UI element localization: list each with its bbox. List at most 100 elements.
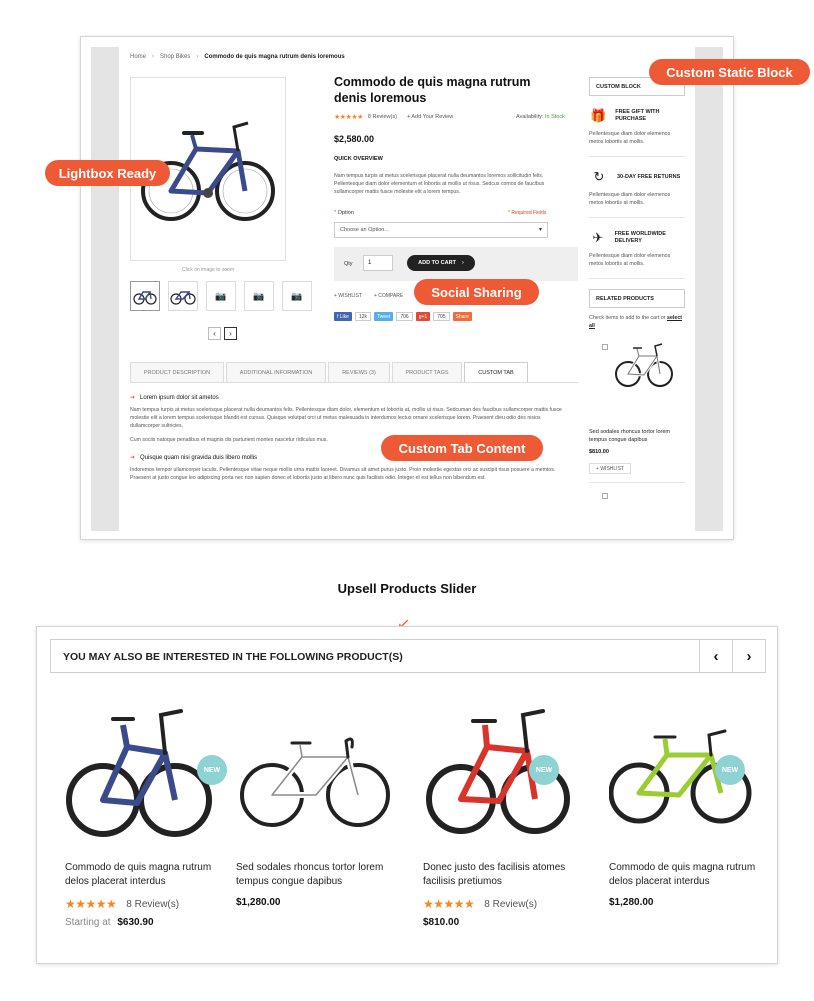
price-value: $810.00: [423, 917, 460, 928]
share-button[interactable]: Share: [452, 312, 472, 321]
compare-link[interactable]: + COMPARE: [374, 293, 403, 299]
slider-prev-button[interactable]: ‹: [699, 640, 732, 672]
tab-divider: [130, 382, 578, 383]
related-checkbox[interactable]: [602, 344, 608, 350]
caret-down-icon: ▾: [538, 227, 542, 233]
tab-reviews[interactable]: REVIEWS (3): [328, 362, 390, 382]
product-image[interactable]: [236, 695, 406, 845]
upsell-caption: Upsell Products Slider: [337, 581, 477, 596]
feature-text: Pellentesque diam dolor elemenos metos l…: [589, 131, 671, 145]
product-name[interactable]: Commodo de quis magna rutrum delos place…: [65, 861, 235, 889]
availability-value: In Stock: [544, 114, 565, 120]
chevron-right-icon[interactable]: ›: [224, 327, 237, 340]
chevron-right-icon: ›: [461, 260, 464, 266]
product-title: Commodo de quis magna rutrum denis lorem…: [334, 75, 531, 105]
required-mark: *: [334, 210, 337, 216]
breadcrumb: Home › Shop Bikes › Commodo de quis magn…: [130, 54, 345, 60]
qty-input[interactable]: 1: [363, 255, 393, 271]
bike-image: [240, 737, 390, 827]
product-page-preview: Home › Shop Bikes › Commodo de quis magn…: [80, 36, 734, 540]
star-rating-icon: ★★★★★: [423, 897, 475, 911]
breadcrumb-separator: ›: [152, 54, 155, 60]
related-checkbox[interactable]: [602, 493, 608, 499]
product-name[interactable]: Commodo de quis magna rutrum delos place…: [609, 861, 779, 889]
related-check-label: Check items to add to the cart or: [589, 315, 666, 321]
breadcrumb-category[interactable]: Shop Bikes: [160, 54, 190, 60]
feature-title: FREE GIFT WITH PURCHASE: [615, 109, 660, 122]
return-icon: ↻: [593, 169, 605, 184]
callout-lightbox: Lightbox Ready: [45, 160, 170, 186]
camera-icon[interactable]: 📷: [244, 281, 274, 311]
product-price: $2,580.00: [334, 134, 375, 144]
feature-head: ✈ FREE WORLDWIDE DELIVERY: [589, 230, 685, 246]
related-wishlist-button[interactable]: + WISHLIST: [589, 463, 631, 474]
star-rating-icon: ★★★★★: [334, 114, 363, 121]
camera-icon[interactable]: 📷: [282, 281, 312, 311]
new-badge: NEW: [715, 755, 745, 785]
tab-heading-text: Quisque quam nisi gravida duis libero mo…: [140, 454, 258, 461]
upsell-product-card[interactable]: NEW Donec justo des facilisis atomes fac…: [423, 695, 593, 928]
upsell-header: YOU MAY ALSO BE INTERESTED IN THE FOLLOW…: [50, 639, 766, 673]
feature-text: Pellentesque diam dolor elemenos metos l…: [589, 253, 671, 267]
feature-title: 30-DAY FREE RETURNS: [617, 173, 681, 180]
option-label-text: Option: [337, 210, 354, 216]
feature-gift: 🎁 FREE GIFT WITH PURCHASE Pellentesque d…: [589, 108, 685, 157]
google-plus-button[interactable]: g+1: [415, 312, 431, 321]
wishlist-link[interactable]: + WISHLIST: [334, 293, 362, 299]
product-price: $1,280.00: [236, 897, 406, 908]
tweet-button[interactable]: Tweet: [374, 312, 394, 321]
thumbnail-1[interactable]: [130, 281, 160, 311]
add-to-cart-button[interactable]: ADD TO CART ›: [407, 255, 475, 271]
plane-icon: ✈: [592, 230, 604, 245]
quick-overview-title: QUICK OVERVIEW: [334, 156, 383, 162]
reviews-link[interactable]: 8 Review(s): [368, 114, 397, 120]
sidebar: CUSTOM BLOCK 🎁 FREE GIFT WITH PURCHASE P…: [589, 77, 685, 503]
availability: Availability: In Stock: [516, 114, 565, 120]
upsell-product-card[interactable]: NEW Commodo de quis magna rutrum delos p…: [608, 695, 779, 908]
product-image[interactable]: NEW: [423, 695, 593, 845]
reviews-link[interactable]: 8 Review(s): [484, 899, 537, 910]
bike-image: [426, 709, 570, 834]
related-product-name[interactable]: Sed sodales rhoncus tortor lorem tempus …: [589, 428, 685, 444]
option-select[interactable]: Choose an Option... ▾: [334, 222, 548, 238]
social-sharing: f Like 12k Tweet 706 g+1 705 Share: [334, 312, 472, 321]
product-name[interactable]: Sed sodales rhoncus tortor lorem tempus …: [236, 861, 406, 889]
bike-image[interactable]: [614, 338, 674, 390]
feature-returns: ↻ 30-DAY FREE RETURNS Pellentesque diam …: [589, 169, 685, 218]
tab-additional-information[interactable]: ADDITIONAL INFORMATION: [226, 362, 326, 382]
new-badge: NEW: [529, 755, 559, 785]
breadcrumb-home[interactable]: Home: [130, 54, 146, 60]
right-gutter: [695, 47, 723, 531]
price-value: $1,280.00: [236, 897, 281, 908]
product-rating: ★★★★★ 8 Review(s): [65, 897, 235, 911]
qty-label: Qty: [344, 261, 353, 267]
related-product: [589, 483, 685, 503]
star-rating-icon: ★★★★★: [65, 897, 117, 911]
add-review-link[interactable]: + Add Your Review: [407, 114, 453, 120]
upsell-slider: YOU MAY ALSO BE INTERESTED IN THE FOLLOW…: [36, 626, 778, 964]
tab-custom[interactable]: CUSTOM TAB: [464, 362, 528, 382]
bike-image: [608, 729, 752, 824]
related-product: [589, 338, 685, 424]
feature-head: 🎁 FREE GIFT WITH PURCHASE: [589, 108, 685, 124]
product-tabs: PRODUCT DESCRIPTION ADDITIONAL INFORMATI…: [130, 362, 528, 382]
product-image[interactable]: NEW: [65, 695, 235, 845]
tab-product-description[interactable]: PRODUCT DESCRIPTION: [130, 362, 224, 382]
product-image[interactable]: NEW: [608, 695, 779, 845]
left-gutter: [91, 47, 119, 531]
camera-icon[interactable]: 📷: [206, 281, 236, 311]
rating-row: ★★★★★ 8 Review(s) + Add Your Review: [334, 113, 453, 121]
thumbnail-2[interactable]: [168, 281, 198, 311]
google-plus-count: 705: [433, 312, 450, 321]
callout-social-sharing: Social Sharing: [414, 279, 539, 305]
tab-product-tags[interactable]: PRODUCT TAGS: [392, 362, 462, 382]
reviews-link[interactable]: 8 Review(s): [126, 899, 179, 910]
upsell-product-card[interactable]: NEW Commodo de quis magna rutrum delos p…: [65, 695, 235, 928]
upsell-product-card[interactable]: Sed sodales rhoncus tortor lorem tempus …: [236, 695, 406, 908]
slider-next-button[interactable]: ›: [732, 640, 765, 672]
feature-title: FREE WORLDWIDE DELIVERY: [614, 231, 666, 244]
chevron-left-icon[interactable]: ‹: [208, 327, 221, 340]
facebook-like-button[interactable]: f Like: [334, 312, 352, 321]
availability-label: Availability:: [516, 114, 544, 120]
product-name[interactable]: Donec justo des facilisis atomes facilis…: [423, 861, 593, 889]
